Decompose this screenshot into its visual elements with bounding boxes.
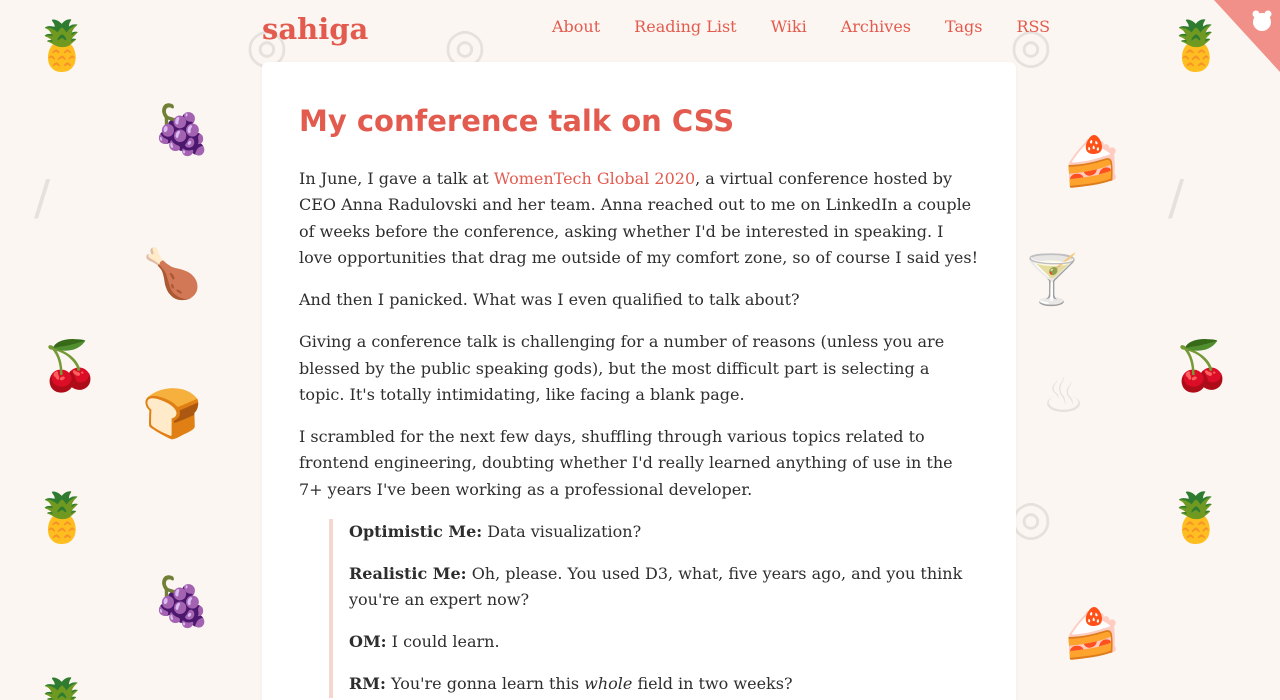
speaker-label: RM:: [349, 674, 386, 694]
corner-ribbon-icon[interactable]: [1206, 0, 1280, 74]
donut-icon: ◎: [1010, 490, 1052, 546]
womentech-link[interactable]: WomenTech Global 2020: [494, 169, 695, 188]
nav-reading-list[interactable]: Reading List: [634, 17, 736, 36]
nav-wiki[interactable]: Wiki: [771, 17, 807, 36]
cake-icon: 🍰: [1062, 134, 1122, 190]
post-content: In June, I gave a talk at WomenTech Glob…: [299, 166, 979, 700]
nav-archives[interactable]: Archives: [841, 17, 911, 36]
pineapple-icon: 🍍: [32, 680, 92, 700]
grill-icon: ♨: [1042, 368, 1086, 424]
paragraph: Giving a conference talk is challenging …: [299, 332, 945, 405]
asparagus-icon: /: [34, 170, 51, 226]
nav-about[interactable]: About: [552, 17, 600, 36]
paragraph: And then I panicked. What was I even qua…: [299, 290, 800, 310]
bread-icon: 🍞: [142, 386, 202, 442]
post-title: My conference talk on CSS: [299, 104, 735, 138]
pineapple-icon: 🍍: [32, 490, 92, 546]
nav-tags[interactable]: Tags: [945, 17, 982, 36]
dialogue-text: You're gonna learn this: [391, 674, 585, 694]
cherry-icon: 🍒: [1172, 338, 1232, 394]
cocktail-icon: 🍸: [1022, 252, 1082, 308]
main-nav: About Reading List Wiki Archives Tags RS…: [552, 17, 1084, 36]
site-logo-link[interactable]: sahiga: [262, 12, 368, 46]
dialogue-line: Optimistic Me: Data visualization?: [349, 519, 979, 545]
site-header: sahiga About Reading List Wiki Archives …: [0, 0, 1280, 72]
grapes-icon: 🍇: [152, 102, 212, 158]
cherry-icon: 🍒: [40, 338, 100, 394]
pineapple-icon: 🍍: [1166, 490, 1226, 546]
dialogue-text: I could learn.: [391, 632, 500, 652]
paragraph: I scrambled for the next few days, shuff…: [299, 427, 953, 499]
speaker-label: Optimistic Me:: [349, 521, 483, 541]
grapes-icon: 🍇: [152, 574, 212, 630]
nav-rss[interactable]: RSS: [1016, 17, 1050, 36]
speaker-label: Realistic Me:: [349, 563, 467, 583]
roast-chicken-icon: 🍗: [142, 246, 202, 302]
dialogue-text: field in two weeks?: [632, 674, 793, 694]
dialogue-text: Data visualization?: [487, 521, 642, 541]
dialogue-line: Realistic Me: Oh, please. You used D3, w…: [349, 561, 979, 614]
cake-icon: 🍰: [1062, 606, 1122, 662]
dialogue-emphasis: whole: [584, 674, 633, 694]
dialogue-line: RM: You're gonna learn this whole field …: [349, 671, 979, 697]
speaker-label: OM:: [349, 632, 387, 652]
paragraph-text: In June, I gave a talk at: [299, 169, 494, 188]
asparagus-icon: /: [1168, 170, 1185, 226]
dialogue-line: OM: I could learn.: [349, 629, 979, 655]
paragraph: In June, I gave a talk at WomenTech Glob…: [299, 166, 979, 272]
dialogue-quote: Optimistic Me: Data visualization? Reali…: [329, 518, 979, 698]
